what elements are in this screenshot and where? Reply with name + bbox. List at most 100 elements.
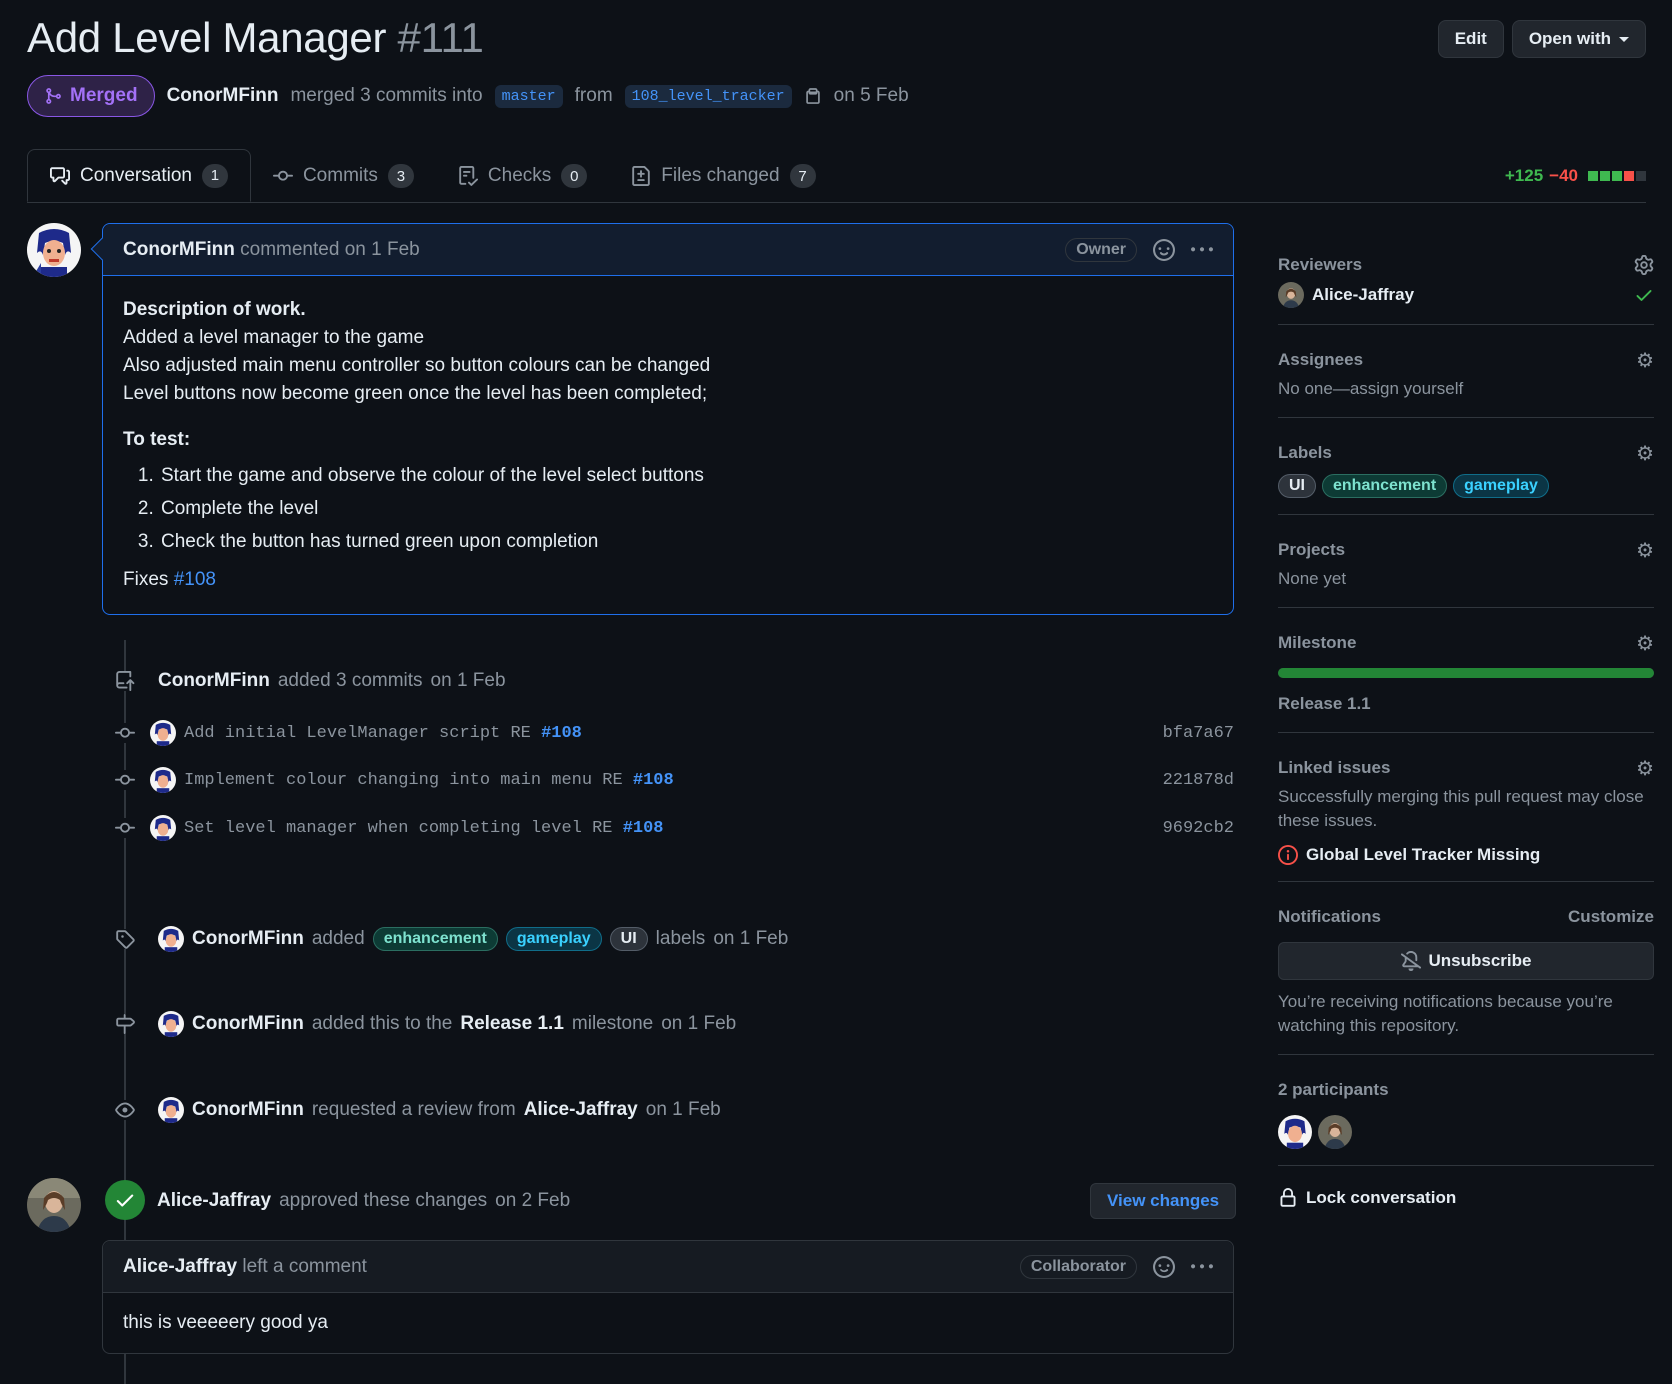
participant-avatar[interactable] [1278,1115,1312,1149]
avatar[interactable] [150,767,176,793]
label-enhancement[interactable]: enhancement [372,927,498,951]
comment-author[interactable]: ConorMFinn [123,239,235,261]
linked-issue-item[interactable]: Global Level Tracker Missing [1278,845,1654,865]
commit-message[interactable]: Add initial LevelManager script RE #108 [184,724,1163,743]
commit-message-text[interactable]: Implement colour changing into main menu… [184,771,623,790]
avatar-alice-jaffray[interactable] [27,1178,81,1232]
view-changes-button[interactable]: View changes [1090,1183,1237,1219]
reviewers-header[interactable]: Reviewers [1278,248,1654,282]
tab-files-changed[interactable]: Files changed 7 [609,150,837,202]
commit-issue-link[interactable]: #108 [633,771,674,790]
event-date[interactable]: on 1 Feb [431,670,506,692]
diffstat: +125 −40 [1505,166,1646,186]
milestone-header[interactable]: Milestone ⚙ [1278,626,1654,660]
test-step: Complete the level [159,495,1213,523]
avatar[interactable] [150,720,176,746]
customize-link[interactable]: Customize [1568,905,1654,929]
open-with-button[interactable]: Open with [1511,20,1646,58]
gear-icon[interactable]: ⚙ [1636,441,1654,466]
event-text: added 3 commits [277,670,423,691]
merged-date: on 5 Feb [833,85,909,106]
repo-push-icon [110,671,140,691]
projects-header[interactable]: Projects ⚙ [1278,533,1654,567]
fixes-issue-link[interactable]: #108 [174,569,216,590]
edit-button[interactable]: Edit [1437,20,1504,58]
approval-date[interactable]: on 2 Feb [495,1190,570,1212]
file-diff-icon [632,166,651,186]
tab-checks[interactable]: Checks 0 [436,150,609,202]
event-author[interactable]: ConorMFinn [192,928,304,950]
label-gameplay[interactable]: gameplay [505,927,602,951]
test-heading: To test: [123,429,191,450]
assignees-header[interactable]: Assignees ⚙ [1278,343,1654,377]
base-branch[interactable]: master [494,84,563,108]
commit-issue-link[interactable]: #108 [541,724,582,743]
comment-date[interactable]: on 1 Feb [345,239,420,261]
milestone-name[interactable]: Release 1.1 [1278,692,1654,716]
unsubscribe-button[interactable]: Unsubscribe [1278,942,1654,980]
head-branch[interactable]: 108_level_tracker [624,84,792,108]
commit-sha[interactable]: 221878d [1163,771,1234,790]
review-comment-body: this is veeeeery good ya [123,1312,328,1333]
commit-sha[interactable]: bfa7a67 [1163,724,1234,743]
tab-commits-count: 3 [387,164,414,188]
smiley-icon[interactable] [1153,1255,1175,1278]
labels-title: Labels [1278,443,1332,462]
event-text: added [311,928,365,949]
event-author[interactable]: ConorMFinn [192,1099,304,1121]
labels-list: UI enhancement gameplay [1278,474,1654,498]
avatar[interactable] [158,926,184,952]
gear-icon[interactable]: ⚙ [1636,538,1654,563]
pr-author-link[interactable]: ConorMFinn [167,85,279,107]
lock-conversation-link[interactable]: Lock conversation [1278,1188,1654,1208]
diffstat-block [1588,171,1598,181]
gear-icon[interactable]: ⚙ [1636,756,1654,781]
milestone-progress-track [1278,668,1654,678]
participant-avatar[interactable] [1318,1115,1352,1149]
gear-icon[interactable]: ⚙ [1636,631,1654,656]
kebab-horizontal-icon[interactable] [1191,239,1213,261]
label-enhancement[interactable]: enhancement [1322,474,1448,498]
kebab-horizontal-icon[interactable] [1191,1256,1213,1278]
tab-commits[interactable]: Commits 3 [251,150,436,202]
copy-icon[interactable] [804,87,822,105]
commit-message[interactable]: Implement colour changing into main menu… [184,771,1163,790]
avatar[interactable] [150,815,176,841]
event-author[interactable]: ConorMFinn [158,670,270,692]
event-date[interactable]: on 1 Feb [661,1013,736,1035]
comment-author[interactable]: Alice-Jaffray [123,1256,237,1278]
reviewer-item[interactable]: Alice-Jaffray [1278,282,1654,308]
commit-sha[interactable]: 9692cb2 [1163,819,1234,838]
event-date[interactable]: on 1 Feb [713,928,788,950]
comment-action: left a comment [242,1255,367,1277]
label-ui[interactable]: UI [609,927,648,951]
commit-message-text[interactable]: Add initial LevelManager script RE [184,724,531,743]
milestone-link[interactable]: Release 1.1 [460,1013,564,1035]
commit-message-text[interactable]: Set level manager when completing level … [184,819,612,838]
assignees-empty-text[interactable]: No one—assign yourself [1278,377,1654,401]
git-commit-icon [110,723,140,743]
smiley-icon[interactable] [1153,238,1175,261]
labels-header[interactable]: Labels ⚙ [1278,436,1654,470]
avatar [1278,282,1304,308]
tab-conversation[interactable]: Conversation 1 [27,149,251,202]
label-ui[interactable]: UI [1278,474,1316,498]
gear-icon[interactable] [1634,255,1654,275]
reviewer-link[interactable]: Alice-Jaffray [524,1099,638,1121]
approval-author[interactable]: Alice-Jaffray [157,1190,271,1212]
event-author[interactable]: ConorMFinn [192,1013,304,1035]
label-gameplay[interactable]: gameplay [1453,474,1549,498]
pr-tabs: Conversation 1 Commits 3 Checks 0 Files … [27,149,838,202]
merge-icon [46,88,61,104]
linked-issues-header[interactable]: Linked issues ⚙ [1278,751,1654,785]
lock-conversation-label: Lock conversation [1306,1188,1457,1207]
event-date[interactable]: on 1 Feb [646,1099,721,1121]
git-commit-icon [110,770,140,790]
commit-issue-link[interactable]: #108 [623,819,664,838]
gear-icon[interactable]: ⚙ [1636,348,1654,373]
commit-message[interactable]: Set level manager when completing level … [184,819,1163,838]
avatar-conormfinn[interactable] [27,223,81,277]
tab-conversation-count: 1 [201,163,228,188]
avatar[interactable] [158,1097,184,1123]
avatar[interactable] [158,1011,184,1037]
